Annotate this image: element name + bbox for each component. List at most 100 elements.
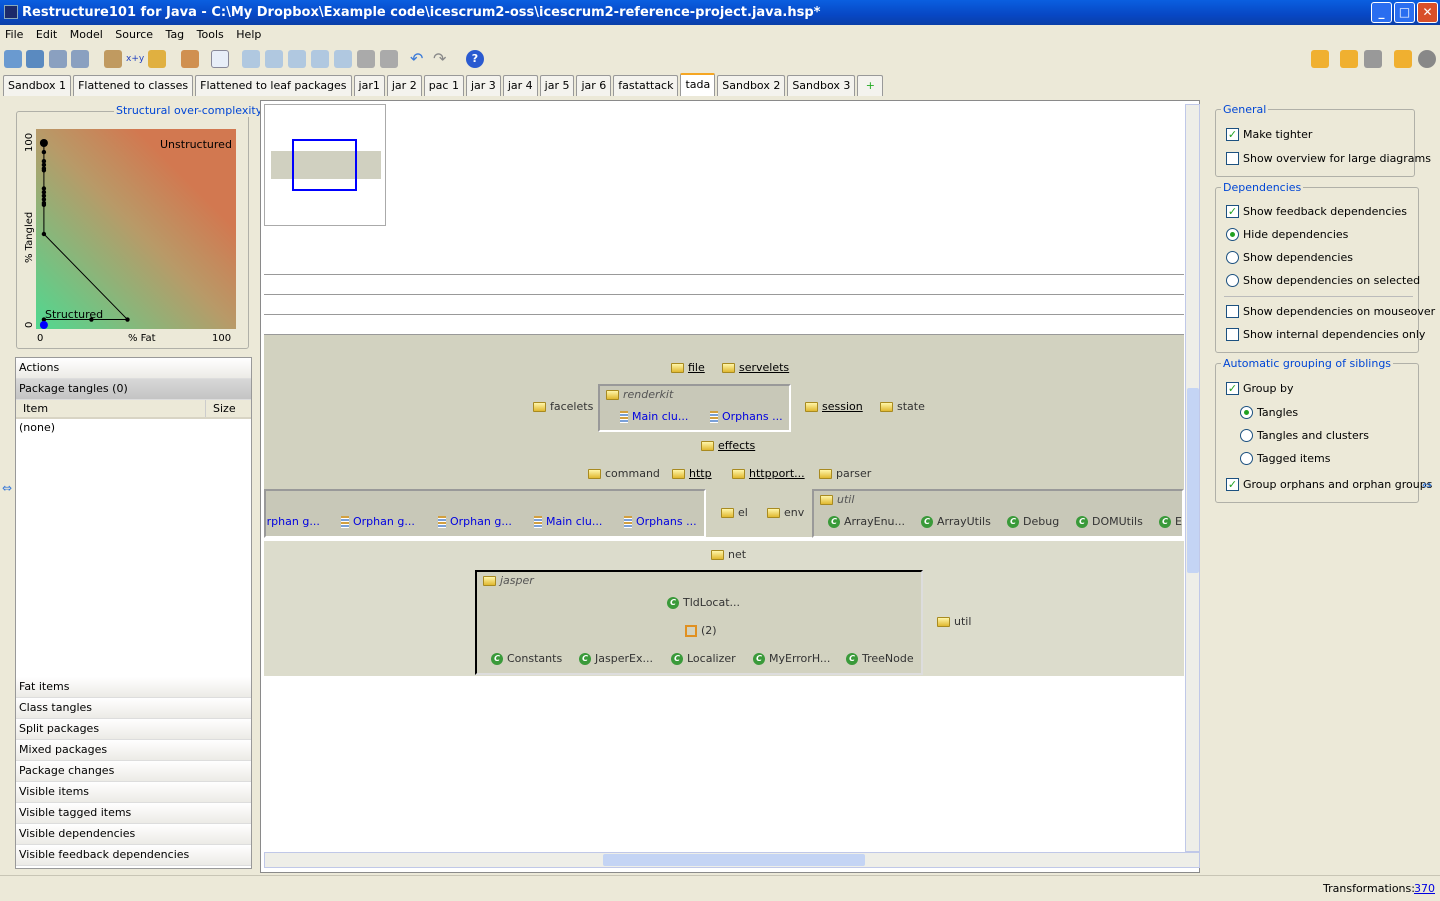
menu-source[interactable]: Source [115,28,153,41]
group-by-checkbox[interactable]: ✓ Group by [1226,382,1293,395]
tab-jar4[interactable]: jar 4 [502,75,538,96]
show-selected-radio[interactable]: Show dependencies on selected [1226,274,1420,287]
horizontal-scrollbar[interactable] [264,852,1200,868]
menu-file[interactable]: File [5,28,23,41]
viewport-rect[interactable] [292,139,357,191]
group-orphans[interactable]: Orphans ... [710,410,783,423]
class-e[interactable]: CE [1159,515,1182,528]
menu-model[interactable]: Model [70,28,103,41]
hide-dependencies-radio[interactable]: Hide dependencies [1226,228,1348,241]
tab-sandbox-2[interactable]: Sandbox 2 [717,75,786,96]
redo-icon[interactable]: ↷ [433,50,451,68]
maximize-button[interactable]: □ [1394,2,1415,23]
section-visible-items[interactable]: Visible items [16,782,251,803]
package-jasper[interactable]: jasper C TldLocat... (2) C Constants C Jasp… [475,570,923,675]
class-arrayenu[interactable]: C ArrayEnu... [828,515,905,528]
remove-all-icon[interactable] [288,50,306,68]
class-treenode[interactable]: C TreeNode [846,652,914,665]
package-parser[interactable]: parser [819,467,871,480]
class-jasperex[interactable]: C JasperEx... [579,652,653,665]
tab-flattened-leaf[interactable]: Flattened to leaf packages [195,75,352,96]
tab-sandbox-1[interactable]: Sandbox 1 [3,75,72,96]
transformations-count[interactable]: 370 [1414,876,1435,901]
pin-icon[interactable] [1340,50,1358,68]
section-package-changes[interactable]: Package changes [16,761,251,782]
tab-sandbox-3[interactable]: Sandbox 3 [787,75,856,96]
tab-jar6[interactable]: jar 6 [576,75,612,96]
vertical-scroll-thumb[interactable] [1187,388,1199,573]
class-constants[interactable]: C Constants [491,652,562,665]
column-item[interactable]: Item [16,400,206,417]
group-orphan-3[interactable]: Orphan g... [438,515,512,528]
close-button[interactable]: ✕ [1417,2,1438,23]
group-orphan-2[interactable]: Orphan g... [341,515,415,528]
tab-flattened-classes[interactable]: Flattened to classes [73,75,194,96]
open-icon[interactable] [26,50,44,68]
left-splitter-handle[interactable]: ⇔ [2,481,12,495]
vertical-scrollbar[interactable] [1185,104,1200,852]
tangles-radio[interactable]: Tangles [1240,406,1298,419]
section-visible-deps[interactable]: Visible dependencies [16,824,251,845]
package-tangles-header[interactable]: Package tangles (0) [16,379,251,400]
add-tab-button[interactable]: + [857,75,884,96]
right-splitter-handle[interactable]: ⇔ [1422,478,1432,492]
class-arrayutils[interactable]: C ArrayUtils [921,515,991,528]
group-orphans-2[interactable]: Orphans ... [624,515,697,528]
actions-header[interactable]: Actions [16,358,251,379]
package-effects[interactable]: effects [701,439,755,452]
tab-jar1[interactable]: jar1 [353,75,385,96]
new-icon[interactable] [4,50,22,68]
help-icon[interactable]: ? [466,50,484,68]
tab-fastattack[interactable]: fastattack [613,75,679,96]
package-renderkit[interactable]: renderkit Main clu... Orphans ... [598,384,791,432]
tab-jar3[interactable]: jar 3 [465,75,501,96]
tangles-clusters-radio[interactable]: Tangles and clusters [1240,429,1369,442]
orphan-groups-box[interactable]: Orphan g... Orphan g... Orphan g... Main… [264,489,706,538]
make-tighter-checkbox[interactable]: ✓ Make tighter [1226,128,1312,141]
group-main-cluster-2[interactable]: Main clu... [534,515,602,528]
section-visible-tagged[interactable]: Visible tagged items [16,803,251,824]
save-icon[interactable] [49,50,67,68]
section-fat-items[interactable]: Fat items [16,677,251,698]
diagram-canvas[interactable]: file servelets facelets renderkit Main c… [260,100,1200,873]
package-servelets[interactable]: servelets [722,361,789,374]
tab-jar2[interactable]: jar 2 [386,75,422,96]
package-util-expanded[interactable]: util C ArrayEnu... C ArrayUtils C Debug C DO… [812,489,1184,538]
java-icon[interactable] [211,50,229,68]
menu-tag[interactable]: Tag [166,28,185,41]
group-orphans-checkbox[interactable]: ✓ Group orphans and orphan groups [1226,478,1432,491]
move-icon[interactable] [311,50,329,68]
mouseover-checkbox[interactable]: Show dependencies on mouseover [1226,305,1435,318]
group-main-cluster[interactable]: Main clu... [620,410,688,423]
show-dependencies-radio[interactable]: Show dependencies [1226,251,1353,264]
group-orphan-1[interactable]: Orphan g... [266,515,320,528]
class-localizer[interactable]: C Localizer [671,652,736,665]
package-session[interactable]: session [805,400,863,413]
section-split-packages[interactable]: Split packages [16,719,251,740]
tag-icon[interactable] [181,50,199,68]
export-icon[interactable] [1394,50,1412,68]
tangle-node[interactable]: (2) [685,624,717,637]
section-visible-feedback[interactable]: Visible feedback dependencies [16,845,251,866]
show-dependencies-icon[interactable] [1311,50,1329,68]
horizontal-scroll-thumb[interactable] [603,854,865,866]
column-size[interactable]: Size [206,400,236,417]
package-command[interactable]: command [588,467,660,480]
overview-thumbnail[interactable] [264,104,386,226]
package-env[interactable]: env [767,506,804,519]
package-net[interactable]: net [711,548,746,561]
package-file[interactable]: file [671,361,705,374]
show-feedback-checkbox[interactable]: ✓ Show feedback dependencies [1226,205,1407,218]
menu-help[interactable]: Help [236,28,261,41]
section-class-tangles[interactable]: Class tangles [16,698,251,719]
internal-only-checkbox[interactable]: Show internal dependencies only [1226,328,1425,341]
package-facelets[interactable]: facelets [533,400,593,413]
show-overview-checkbox[interactable]: Show overview for large diagrams [1226,152,1431,165]
package-http[interactable]: http [672,467,712,480]
undo-icon[interactable]: ↶ [410,50,428,68]
save-as-icon[interactable] [71,50,89,68]
class-myerrorh[interactable]: C MyErrorH... [753,652,830,665]
class-debug[interactable]: C Debug [1007,515,1059,528]
remove-action-icon[interactable] [265,50,283,68]
tab-jar5[interactable]: jar 5 [539,75,575,96]
